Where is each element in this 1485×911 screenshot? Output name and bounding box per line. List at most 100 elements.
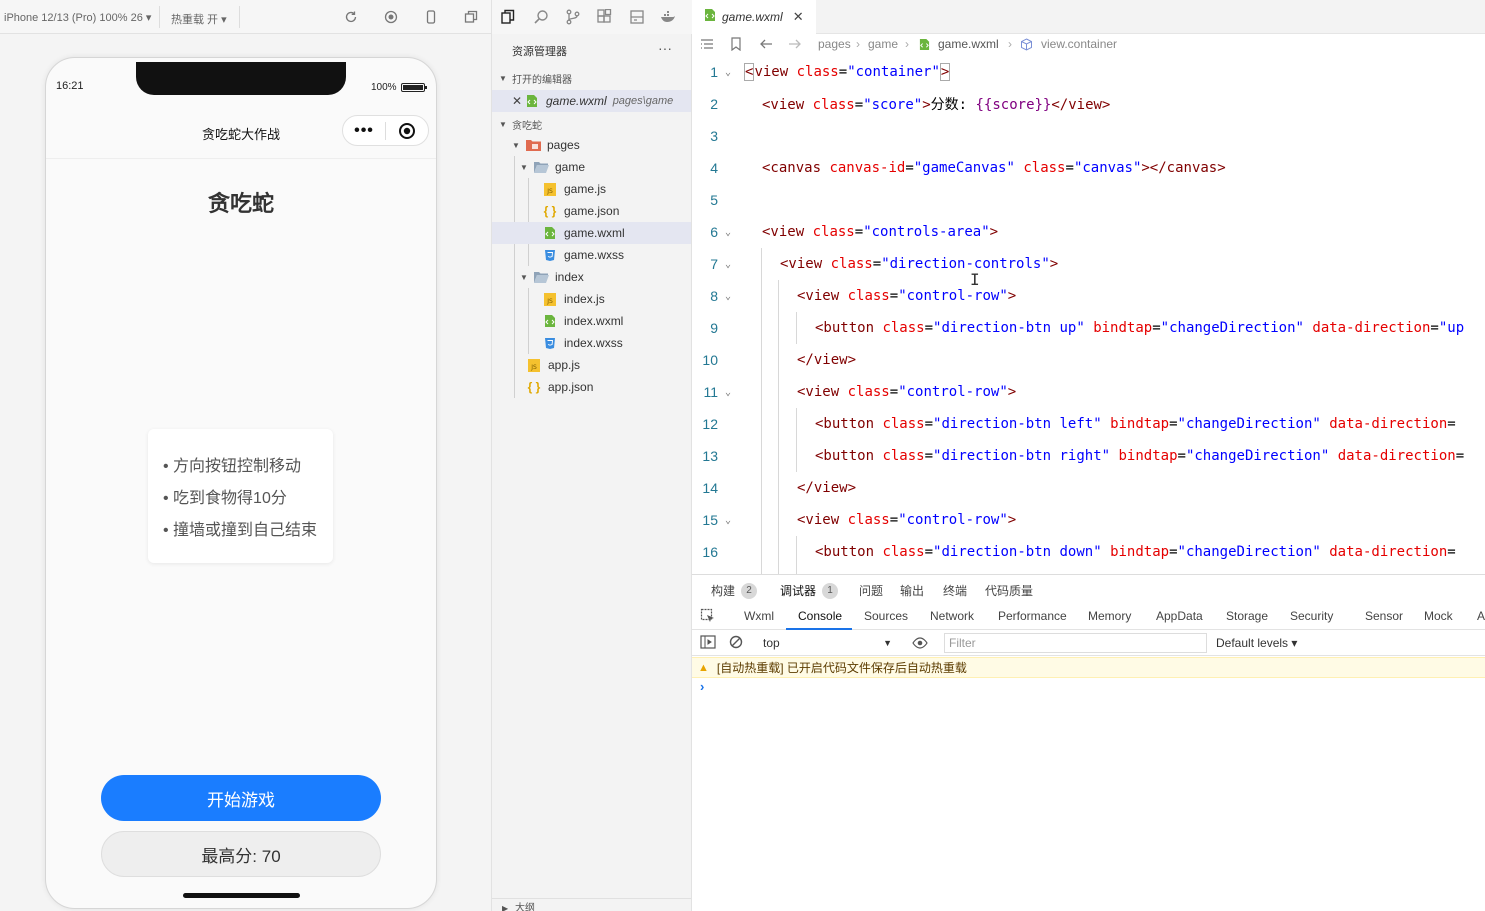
cloud-storage-icon[interactable] bbox=[629, 9, 645, 25]
close-icon[interactable]: ✕ bbox=[512, 94, 524, 108]
code-area[interactable]: 1 ⌄ <view class="container"> 2 <view cla… bbox=[692, 56, 1485, 574]
folder-pages-icon bbox=[525, 138, 541, 152]
code-line: 5 bbox=[692, 184, 1485, 216]
close-tab-icon[interactable]: ✕ bbox=[793, 9, 804, 25]
tab-overflow[interactable]: A bbox=[1477, 609, 1485, 623]
fold-chevron-icon[interactable]: ⌄ bbox=[725, 291, 731, 302]
context-selector[interactable]: top ▼ bbox=[756, 634, 896, 652]
code-text: <view class="control-row"> bbox=[797, 384, 1017, 400]
fold-chevron-icon[interactable]: ⌄ bbox=[725, 67, 731, 78]
tab-sensor[interactable]: Sensor bbox=[1365, 609, 1403, 623]
file-game-json[interactable]: { } game.json bbox=[492, 200, 691, 222]
list-icon[interactable] bbox=[700, 37, 714, 54]
docker-icon[interactable] bbox=[660, 9, 676, 25]
log-levels-dropdown[interactable]: Default levels ▾ bbox=[1216, 636, 1297, 650]
tab-appdata[interactable]: AppData bbox=[1156, 609, 1203, 623]
close-target-icon[interactable] bbox=[386, 122, 428, 140]
code-text: <view class="score">分数: {{score}}</view> bbox=[762, 97, 1111, 113]
device-selector[interactable]: iPhone 12/13 (Pro) 100% 26 ▾ bbox=[4, 11, 151, 24]
caret-down-icon: ▼ bbox=[499, 119, 507, 129]
eye-icon[interactable] bbox=[912, 636, 928, 654]
breadcrumb-item[interactable]: game.wxml bbox=[938, 37, 999, 51]
bookmark-icon[interactable] bbox=[730, 37, 742, 54]
project-section[interactable]: ▼ 贪吃蛇 bbox=[492, 113, 691, 135]
fold-chevron-icon[interactable]: ⌄ bbox=[725, 259, 731, 270]
console-prompt[interactable]: › bbox=[700, 679, 704, 694]
wxml-file-icon bbox=[919, 38, 930, 54]
status-battery: 100% bbox=[371, 82, 427, 93]
file-game-wxml[interactable]: game.wxml bbox=[492, 222, 691, 244]
tab-output[interactable]: 输出 bbox=[900, 582, 924, 599]
more-dots-icon[interactable]: ••• bbox=[343, 122, 385, 140]
tab-build[interactable]: 构建 2 bbox=[711, 582, 758, 599]
filter-input[interactable]: Filter bbox=[944, 633, 1207, 653]
folder-game[interactable]: ▼ game bbox=[492, 156, 691, 178]
tab-wxml[interactable]: Wxml bbox=[744, 609, 774, 623]
file-index-wxss[interactable]: index.wxss bbox=[492, 332, 691, 354]
tab-network[interactable]: Network bbox=[930, 609, 974, 623]
tab-code-quality[interactable]: 代码质量 bbox=[985, 582, 1033, 599]
tab-security[interactable]: Security bbox=[1290, 609, 1333, 623]
fold-chevron-icon[interactable]: ⌄ bbox=[725, 515, 731, 526]
forward-arrow-icon[interactable] bbox=[788, 37, 802, 54]
tab-mock[interactable]: Mock bbox=[1424, 609, 1453, 623]
clear-console-icon[interactable] bbox=[729, 635, 743, 654]
file-game-wxss[interactable]: game.wxss bbox=[492, 244, 691, 266]
open-editor-item[interactable]: ✕ game.wxml pages\game bbox=[492, 90, 691, 112]
start-game-button[interactable]: 开始游戏 bbox=[101, 775, 381, 821]
line-number: 5 bbox=[710, 192, 718, 208]
inspect-element-icon[interactable] bbox=[700, 608, 716, 629]
tab-badge: 1 bbox=[822, 582, 839, 599]
tree-label: game.wxss bbox=[564, 248, 625, 262]
breadcrumb-item[interactable]: view.container bbox=[1041, 37, 1117, 51]
tab-terminal[interactable]: 终端 bbox=[943, 582, 967, 599]
tree-label: index.wxss bbox=[564, 336, 623, 350]
nav-title: 贪吃蛇大作战 bbox=[201, 127, 280, 142]
sidebar-toggle-icon[interactable] bbox=[700, 635, 716, 654]
tab-storage[interactable]: Storage bbox=[1226, 609, 1268, 623]
folder-pages[interactable]: ▼ pages bbox=[492, 134, 691, 156]
chevron-right-icon: › bbox=[1008, 37, 1012, 51]
tab-console[interactable]: Console bbox=[798, 609, 842, 623]
tab-problems[interactable]: 问题 bbox=[859, 582, 883, 599]
tree-label: game.json bbox=[564, 204, 620, 218]
fold-chevron-icon[interactable]: ⌄ bbox=[725, 387, 731, 398]
tab-debugger[interactable]: 调试器 1 bbox=[780, 582, 839, 599]
breadcrumb-item[interactable]: pages bbox=[818, 37, 851, 51]
file-index-js[interactable]: JS index.js bbox=[492, 288, 691, 310]
editor-tab-game-wxml[interactable]: game.wxml ✕ bbox=[692, 0, 816, 34]
tree-label: game bbox=[555, 160, 586, 174]
tab-memory[interactable]: Memory bbox=[1088, 609, 1131, 623]
bottom-panel-tabs: 构建 2 调试器 1 问题 输出 终端 代码质量 bbox=[692, 575, 1485, 603]
extensions-icon[interactable] bbox=[596, 9, 612, 25]
wxml-file-icon bbox=[704, 8, 716, 27]
file-index-wxml[interactable]: index.wxml bbox=[492, 310, 691, 332]
file-app-json[interactable]: { } app.json bbox=[492, 376, 691, 398]
more-actions-icon[interactable]: ··· bbox=[658, 40, 672, 56]
breadcrumb-item[interactable]: game bbox=[868, 37, 898, 51]
search-icon[interactable] bbox=[533, 9, 549, 25]
code-line: 16 <button class="direction-btn down" bi… bbox=[692, 536, 1485, 568]
source-control-icon[interactable] bbox=[565, 9, 581, 25]
outline-section[interactable]: ▶ 大纲 bbox=[492, 898, 691, 911]
folder-index[interactable]: ▼ index bbox=[492, 266, 691, 288]
tab-sources[interactable]: Sources bbox=[864, 609, 908, 623]
tab-performance[interactable]: Performance bbox=[998, 609, 1067, 623]
refresh-icon[interactable] bbox=[343, 9, 359, 25]
js-file-icon: JS bbox=[526, 358, 542, 372]
code-line: 7 ⌄ <view class="direction-controls"> bbox=[692, 248, 1485, 280]
back-arrow-icon[interactable] bbox=[759, 37, 773, 54]
phone-notch bbox=[136, 62, 346, 95]
code-text: <canvas canvas-id="gameCanvas" class="ca… bbox=[762, 160, 1226, 176]
code-line: 10 </view> bbox=[692, 344, 1485, 376]
simulator-toolbar: iPhone 12/13 (Pro) 100% 26 ▾ 热重载 开 ▾ bbox=[0, 0, 491, 34]
file-app-js[interactable]: JS app.js bbox=[492, 354, 691, 376]
file-game-js[interactable]: JS game.js bbox=[492, 178, 691, 200]
record-icon[interactable] bbox=[383, 9, 399, 25]
fold-chevron-icon[interactable]: ⌄ bbox=[725, 227, 731, 238]
phone-icon[interactable] bbox=[423, 9, 439, 25]
detach-window-icon[interactable] bbox=[463, 9, 479, 25]
hot-reload-toggle[interactable]: 热重载 开 ▾ bbox=[171, 11, 227, 27]
files-icon[interactable] bbox=[500, 9, 516, 25]
open-editors-section[interactable]: ▼ 打开的编辑器 bbox=[492, 67, 691, 89]
